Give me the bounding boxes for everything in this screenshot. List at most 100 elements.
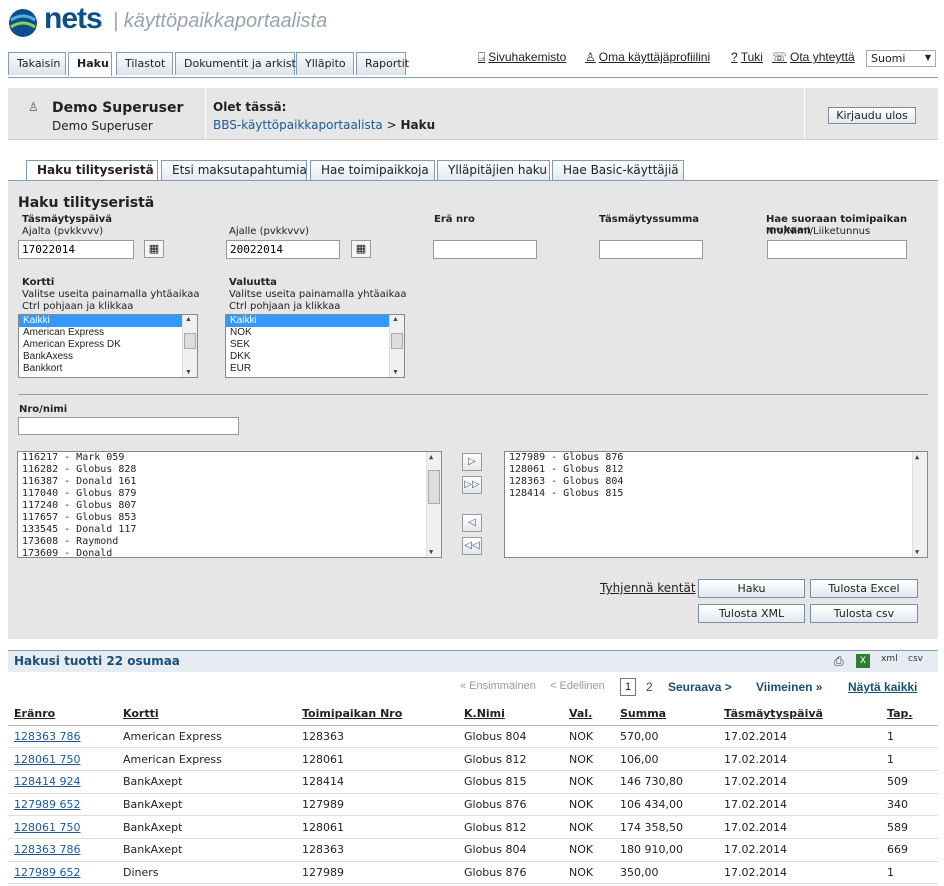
list-item[interactable]: 127989 - Globus 876 (505, 452, 927, 464)
col-header-merchant-nro[interactable]: Toimipaikan Nro (296, 703, 458, 726)
move-all-left-icon[interactable]: ◁◁ (462, 537, 482, 555)
scroll-down-icon[interactable]: ▼ (185, 369, 192, 376)
tab-yllapito[interactable]: Ylläpito (296, 52, 354, 75)
tab-etsi-maksutapahtumia[interactable]: Etsi maksutapahtumia (161, 160, 307, 180)
currency-select[interactable]: Kaikki NOK SEK DKK EUR ▲ ▼ (225, 314, 405, 378)
batch-link[interactable]: 127989 652 (14, 798, 80, 811)
nro-name-input[interactable] (18, 417, 239, 435)
col-header-name[interactable]: K.Nimi (458, 703, 563, 726)
list-item[interactable]: BankAxess (19, 351, 197, 363)
scrollbar[interactable]: ▲ ▼ (426, 452, 441, 557)
list-item[interactable]: Kaikki (19, 315, 197, 327)
list-item[interactable]: 117240 - Globus 807 (18, 500, 441, 512)
tab-takaisin[interactable]: Takaisin (8, 52, 66, 75)
tab-hae-toimipaikkoja[interactable]: Hae toimipaikkoja (310, 160, 435, 180)
list-item[interactable]: 173609 - Donald (18, 548, 441, 557)
help-link[interactable]: ? Tuki (731, 50, 763, 64)
scroll-thumb[interactable] (391, 333, 403, 349)
amount-input[interactable] (599, 240, 703, 259)
selected-list[interactable]: 127989 - Globus 876 128061 - Globus 812 … (504, 451, 928, 558)
move-right-icon[interactable]: ▷ (462, 453, 482, 471)
list-item[interactable]: DKK (226, 351, 404, 363)
list-item[interactable]: 128363 - Globus 804 (505, 476, 927, 488)
batch-input[interactable] (433, 240, 537, 259)
list-item[interactable]: NOK (226, 327, 404, 339)
col-header-amount[interactable]: Summa (614, 703, 718, 726)
language-select[interactable]: Suomi ▼ (866, 50, 936, 67)
clear-fields-link[interactable]: Tyhjennä kentät (600, 581, 696, 595)
pager-next[interactable]: Seuraava > (668, 680, 732, 694)
xml-export-link[interactable]: xml (881, 654, 898, 664)
excel-icon[interactable]: X (856, 654, 870, 668)
print-xml-button[interactable]: Tulosta XML (698, 604, 805, 623)
breadcrumb-link-home[interactable]: BBS-käyttöpaikkaportaalista (213, 118, 383, 132)
scroll-up-icon[interactable]: ▲ (429, 453, 433, 461)
contact-link[interactable]: ☏ Ota yhteyttä (772, 50, 855, 64)
sitemap-link[interactable]: ⍈ Sivuhakemisto (478, 50, 566, 65)
tab-haku-tilityserista[interactable]: Haku tilityseristä (26, 160, 158, 181)
calendar-icon[interactable]: ▦ (351, 240, 371, 258)
list-item[interactable]: 116282 - Globus 828 (18, 464, 441, 476)
batch-link[interactable]: 128414 924 (14, 775, 80, 788)
batch-link[interactable]: 128363 786 (14, 843, 80, 856)
col-header-batch[interactable]: Eränro (8, 703, 117, 726)
scroll-up-icon[interactable]: ▲ (392, 316, 399, 323)
card-select[interactable]: Kaikki American Express American Express… (18, 314, 198, 378)
pager-show-all[interactable]: Näytä kaikki (848, 680, 917, 694)
list-item[interactable]: EUR (226, 363, 404, 375)
available-list[interactable]: 116217 - Mark 059 116282 - Globus 828 11… (17, 451, 442, 558)
scroll-thumb[interactable] (428, 470, 440, 504)
list-item[interactable]: 117040 - Globus 879 (18, 488, 441, 500)
tab-yllapitajien-haku[interactable]: Ylläpitäjien haku (437, 160, 550, 180)
tab-hae-basic-kayttajia[interactable]: Hae Basic-käyttäjiä (552, 160, 684, 180)
direct-search-input[interactable] (767, 240, 907, 259)
to-date-input[interactable] (226, 240, 340, 259)
calendar-icon[interactable]: ▦ (144, 240, 164, 258)
list-item[interactable]: American Express DK (19, 339, 197, 351)
print-excel-button[interactable]: Tulosta Excel (810, 579, 918, 598)
move-left-icon[interactable]: ◁ (462, 514, 482, 532)
scroll-down-icon[interactable]: ▼ (429, 548, 433, 556)
profile-link[interactable]: ♙ Oma käyttäjäprofiilini (585, 50, 710, 64)
batch-link[interactable]: 128061 750 (14, 753, 80, 766)
print-icon[interactable]: ⎙ (834, 654, 844, 669)
scrollbar[interactable]: ▲ ▼ (182, 315, 197, 377)
print-csv-button[interactable]: Tulosta csv (810, 604, 918, 623)
csv-export-link[interactable]: csv (908, 654, 923, 664)
scroll-up-icon[interactable]: ▲ (185, 316, 192, 323)
list-item[interactable]: Kaikki (226, 315, 404, 327)
col-header-tx[interactable]: Tap. (881, 703, 938, 726)
list-item[interactable]: Bankkort (19, 363, 197, 375)
scroll-thumb[interactable] (184, 333, 196, 349)
list-item[interactable]: American Express (19, 327, 197, 339)
pager-last[interactable]: Viimeinen » (756, 680, 822, 694)
tab-raportit[interactable]: Raportit (356, 52, 409, 75)
scroll-up-icon[interactable]: ▲ (915, 453, 919, 461)
list-item[interactable]: 133545 - Donald 117 (18, 524, 441, 536)
tab-tilastot[interactable]: Tilastot (116, 52, 173, 75)
col-header-date[interactable]: Täsmäytyspäivä (718, 703, 881, 726)
list-item[interactable]: 116217 - Mark 059 (18, 452, 441, 464)
list-item[interactable]: 128414 - Globus 815 (505, 488, 927, 500)
tab-dokumentit[interactable]: Dokumentit ja arkisto (175, 52, 303, 75)
pager-page-2[interactable]: 2 (646, 680, 653, 694)
list-item[interactable]: 128061 - Globus 812 (505, 464, 927, 476)
list-item[interactable]: 173608 - Raymond (18, 536, 441, 548)
tab-haku[interactable]: Haku (68, 52, 112, 76)
scroll-down-icon[interactable]: ▼ (392, 369, 399, 376)
scrollbar[interactable]: ▲ ▼ (912, 452, 927, 557)
logout-button[interactable]: Kirjaudu ulos (828, 107, 916, 124)
scroll-down-icon[interactable]: ▼ (915, 548, 919, 556)
col-header-currency[interactable]: Val. (563, 703, 614, 726)
batch-link[interactable]: 128061 750 (14, 821, 80, 834)
move-all-right-icon[interactable]: ▷▷ (462, 476, 482, 494)
col-header-card[interactable]: Kortti (117, 703, 296, 726)
list-item[interactable]: 116387 - Donald 161 (18, 476, 441, 488)
scrollbar[interactable]: ▲ ▼ (389, 315, 404, 377)
batch-link[interactable]: 128363 786 (14, 730, 80, 743)
list-item[interactable]: 117657 - Globus 853 (18, 512, 441, 524)
list-item[interactable]: SEK (226, 339, 404, 351)
from-date-input[interactable] (18, 240, 134, 259)
batch-link[interactable]: 127989 652 (14, 866, 80, 879)
search-button[interactable]: Haku (698, 579, 805, 598)
